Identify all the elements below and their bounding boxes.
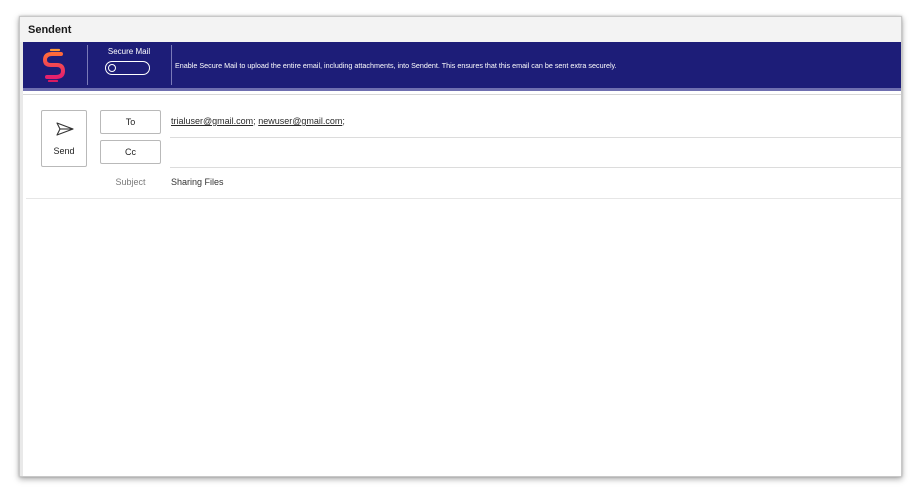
send-label: Send [53, 146, 75, 156]
compose-area: Send To trialuser@gmail.com; newuser@gma… [23, 94, 901, 476]
subject-label: Subject [115, 177, 146, 187]
to-field-underline [170, 137, 901, 138]
banner-divider [171, 45, 172, 85]
secure-mail-label: Secure Mail [107, 47, 151, 56]
send-button[interactable]: Send [41, 110, 87, 167]
to-recipients[interactable]: trialuser@gmail.com; newuser@gmail.com; [171, 116, 345, 126]
subject-input[interactable]: Sharing Files [171, 177, 224, 187]
secure-mail-toggle[interactable] [105, 61, 150, 75]
compose-window: Sendent Secure Mail Enable Secure Mail t… [19, 16, 902, 477]
message-body[interactable] [27, 201, 899, 474]
cc-input[interactable] [171, 142, 899, 162]
send-arrow-icon [56, 122, 74, 136]
sendent-banner: Secure Mail Enable Secure Mail to upload… [23, 42, 901, 91]
secure-mail-description: Enable Secure Mail to upload the entire … [175, 61, 617, 70]
recipient-separator: ; [253, 116, 256, 126]
toggle-knob [108, 63, 116, 72]
title-bar: Sendent [20, 17, 901, 42]
recipient-separator: ; [342, 116, 345, 126]
sendent-logo-icon [42, 48, 66, 82]
subject-divider [26, 198, 901, 199]
recipient-chip[interactable]: trialuser@gmail.com [171, 116, 253, 126]
cc-button[interactable]: Cc [100, 140, 161, 164]
window-title: Sendent [28, 24, 72, 36]
to-button[interactable]: To [100, 110, 161, 134]
cc-field-underline [170, 167, 901, 168]
recipient-chip[interactable]: newuser@gmail.com [258, 116, 342, 126]
banner-divider [87, 45, 88, 85]
